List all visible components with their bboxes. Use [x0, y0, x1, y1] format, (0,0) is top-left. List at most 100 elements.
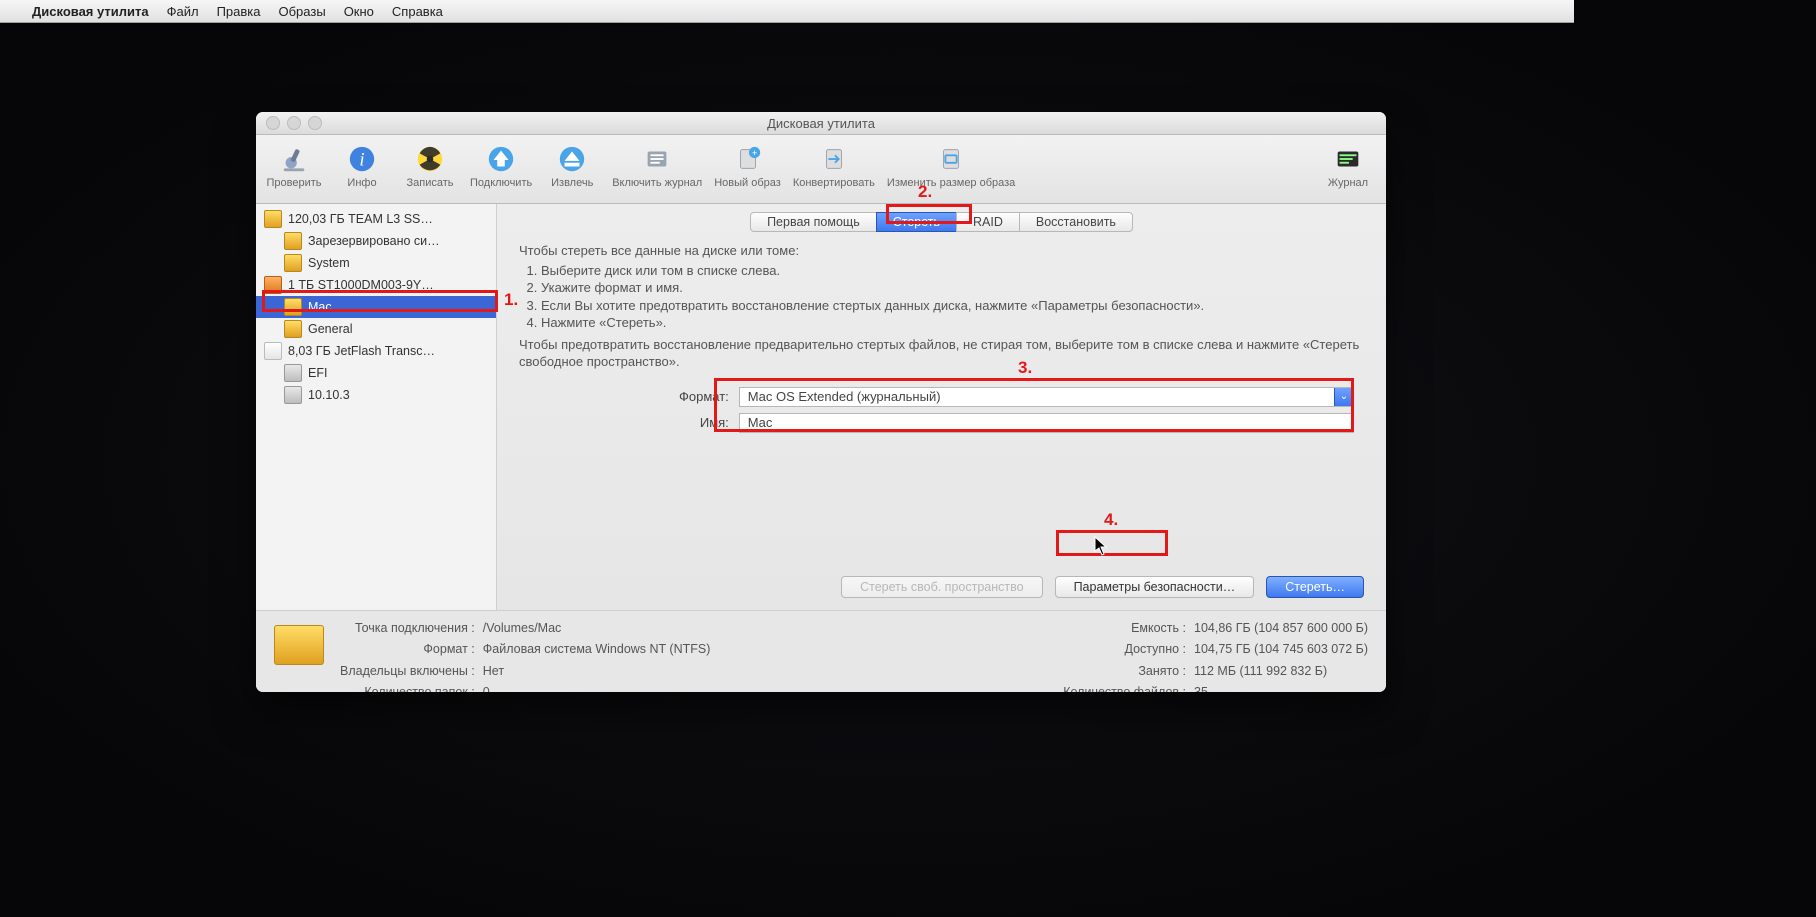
owners-key: Владельцы включены : — [340, 664, 475, 684]
volume-large-icon — [274, 625, 324, 665]
toolbar-journal-button[interactable]: Включить журнал — [608, 141, 706, 191]
volume-icon — [284, 232, 302, 250]
sidebar-item-label: 10.10.3 — [308, 388, 350, 402]
toolbar-burn-button[interactable]: Записать — [398, 141, 462, 191]
erase-free-space-button[interactable]: Стереть своб. пространство — [841, 576, 1042, 598]
sidebar-item-label: Зарезервировано си… — [308, 234, 440, 248]
used-val: 112 МБ (111 992 832 Б) — [1194, 664, 1368, 684]
info-left-column: Точка подключения : /Volumes/Mac Формат … — [340, 621, 710, 692]
avail-key: Доступно : — [1063, 642, 1186, 662]
volume-info-panel: Точка подключения : /Volumes/Mac Формат … — [256, 610, 1386, 692]
tab-first-aid[interactable]: Первая помощь — [750, 212, 877, 232]
sidebar-item-system[interactable]: System — [256, 252, 496, 274]
toolbar-newimage-label: Новый образ — [714, 177, 781, 189]
erase-button-row: Стереть своб. пространство Параметры без… — [777, 576, 1364, 598]
toolbar-resize-button[interactable]: Изменить размер образа — [883, 141, 1019, 191]
toolbar-info-button[interactable]: i Инфо — [330, 141, 394, 191]
toolbar-verify-label: Проверить — [266, 177, 321, 189]
format-key: Формат : — [340, 642, 475, 662]
format-select[interactable]: Mac OS Extended (журнальный) ⌄ — [739, 387, 1354, 407]
toolbar-eject-button[interactable]: Извлечь — [540, 141, 604, 191]
toolbar-convert-button[interactable]: Конвертировать — [789, 141, 879, 191]
new-image-icon: + — [732, 143, 764, 175]
macos-menubar[interactable]: Дисковая утилита Файл Правка Образы Окно… — [0, 0, 1574, 23]
disk-icon — [264, 276, 282, 294]
info-right-column: Емкость : 104,86 ГБ (104 857 600 000 Б) … — [1063, 621, 1368, 692]
volume-icon — [284, 298, 302, 316]
tab-restore[interactable]: Восстановить — [1019, 212, 1133, 232]
security-options-button[interactable]: Параметры безопасности… — [1055, 576, 1255, 598]
menubar-item-file[interactable]: Файл — [167, 4, 199, 19]
sidebar-item-label: System — [308, 256, 350, 270]
files-key: Количество файлов : — [1063, 685, 1186, 692]
toolbar-info-label: Инфо — [347, 177, 376, 189]
sidebar[interactable]: 120,03 ГБ TEAM L3 SS… Зарезервировано си… — [256, 204, 497, 610]
sidebar-item-efi[interactable]: EFI — [256, 362, 496, 384]
toolbar-convert-label: Конвертировать — [793, 177, 875, 189]
mountpoint-val: /Volumes/Mac — [483, 621, 711, 641]
used-key: Занято : — [1063, 664, 1186, 684]
chevron-updown-icon: ⌄ — [1334, 388, 1353, 406]
instructions-text: Чтобы стереть все данные на диске или то… — [519, 242, 1364, 371]
menubar-item-images[interactable]: Образы — [279, 4, 326, 19]
format-label: Формат: — [679, 389, 729, 404]
toolbar-resize-label: Изменить размер образа — [887, 177, 1015, 189]
sidebar-item-label: 1 ТБ ST1000DM003-9Y… — [288, 278, 434, 292]
volume-icon — [284, 320, 302, 338]
disk-utility-window: Дисковая утилита Проверить i Инфо За — [256, 112, 1386, 692]
titlebar[interactable]: Дисковая утилита — [256, 112, 1386, 135]
sidebar-item-label: General — [308, 322, 352, 336]
toolbar-verify-button[interactable]: Проверить — [262, 141, 326, 191]
tab-erase[interactable]: Стереть — [876, 212, 957, 232]
volume-icon — [284, 364, 302, 382]
microscope-icon — [278, 143, 310, 175]
menubar-item-edit[interactable]: Правка — [217, 4, 261, 19]
capacity-key: Емкость : — [1063, 621, 1186, 641]
sidebar-item-10-10-3[interactable]: 10.10.3 — [256, 384, 496, 406]
name-input[interactable]: Mac — [739, 413, 1354, 433]
toolbar-mount-button[interactable]: Подключить — [466, 141, 536, 191]
sidebar-item-disk-st1000[interactable]: 1 ТБ ST1000DM003-9Y… — [256, 274, 496, 296]
toolbar-log-button[interactable]: Журнал — [1316, 141, 1380, 191]
menubar-item-window[interactable]: Окно — [344, 4, 374, 19]
sidebar-item-general[interactable]: General — [256, 318, 496, 340]
name-input-value: Mac — [748, 415, 773, 430]
sidebar-item-label: EFI — [308, 366, 327, 380]
mount-icon — [485, 143, 517, 175]
sidebar-item-label: 8,03 ГБ JetFlash Transc… — [288, 344, 435, 358]
erase-form: Формат: Mac OS Extended (журнальный) ⌄ И… — [679, 387, 1354, 433]
radioactive-icon — [414, 143, 446, 175]
log-icon — [1332, 143, 1364, 175]
volume-icon — [284, 386, 302, 404]
toolbar-log-label: Журнал — [1328, 177, 1368, 189]
svg-text:+: + — [751, 148, 756, 158]
sidebar-item-label: Mac — [308, 300, 332, 314]
tab-bar: Первая помощь Стереть RAID Восстановить — [519, 212, 1364, 232]
folders-val: 0 — [483, 685, 711, 692]
sidebar-item-mac[interactable]: Mac — [256, 296, 496, 318]
eject-icon — [556, 143, 588, 175]
journal-icon — [641, 143, 673, 175]
owners-val: Нет — [483, 664, 711, 684]
menubar-app-name[interactable]: Дисковая утилита — [32, 4, 149, 19]
toolbar-newimage-button[interactable]: + Новый образ — [710, 141, 785, 191]
format-val: Файловая система Windows NT (NTFS) — [483, 642, 711, 662]
format-select-value: Mac OS Extended (журнальный) — [748, 389, 941, 404]
toolbar-eject-label: Извлечь — [551, 177, 593, 189]
sidebar-item-disk-team[interactable]: 120,03 ГБ TEAM L3 SS… — [256, 208, 496, 230]
erase-button[interactable]: Стереть… — [1266, 576, 1364, 598]
folders-key: Количество папок : — [340, 685, 475, 692]
disk-icon — [264, 342, 282, 360]
avail-val: 104,75 ГБ (104 745 603 072 Б) — [1194, 642, 1368, 662]
menubar-item-help[interactable]: Справка — [392, 4, 443, 19]
tab-raid[interactable]: RAID — [956, 212, 1020, 232]
convert-icon — [818, 143, 850, 175]
name-label: Имя: — [679, 415, 729, 430]
sidebar-item-disk-jetflash[interactable]: 8,03 ГБ JetFlash Transc… — [256, 340, 496, 362]
volume-icon — [284, 254, 302, 272]
toolbar-journal-label: Включить журнал — [612, 177, 702, 189]
window-title: Дисковая утилита — [256, 116, 1386, 131]
capacity-val: 104,86 ГБ (104 857 600 000 Б) — [1194, 621, 1368, 641]
sidebar-item-reserved[interactable]: Зарезервировано си… — [256, 230, 496, 252]
info-icon: i — [346, 143, 378, 175]
